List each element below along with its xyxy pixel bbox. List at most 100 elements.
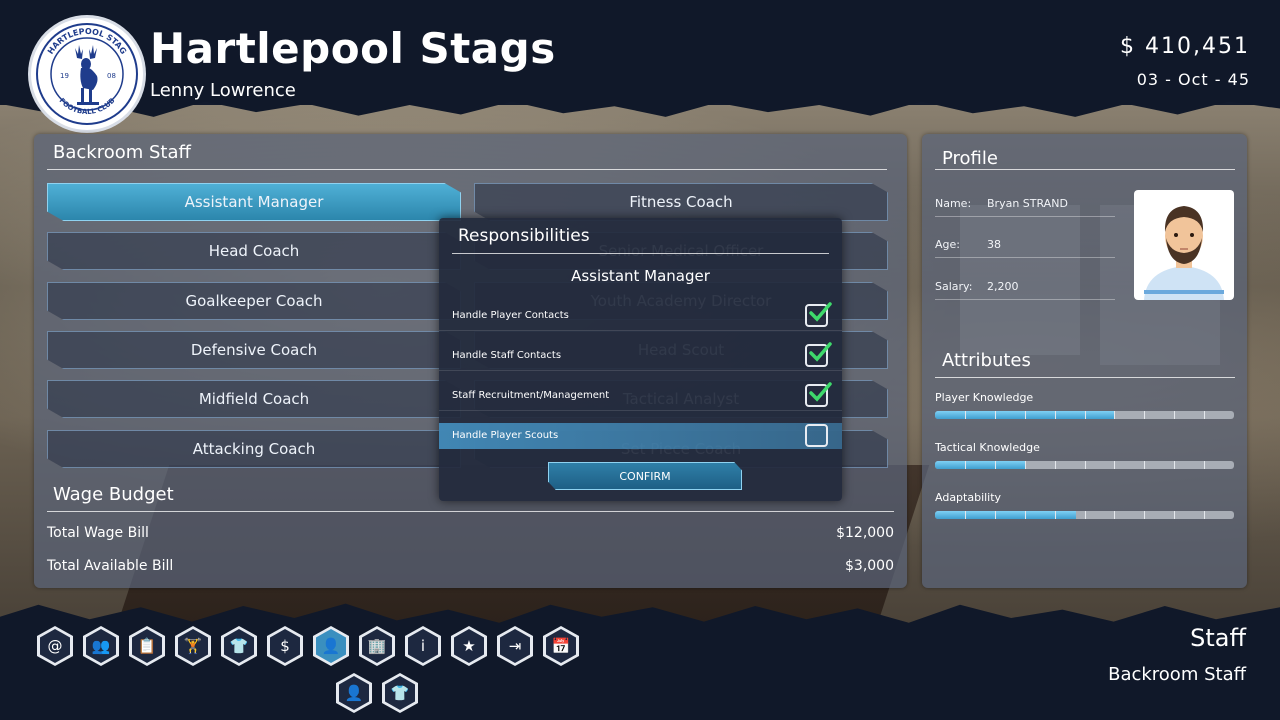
attribute-bar-tick: [1054, 461, 1056, 469]
svg-text:19: 19: [60, 72, 69, 80]
star-icon-glyph: ★: [454, 629, 484, 663]
wage-budget-title: Wage Budget: [53, 484, 174, 505]
attribute-bar-tick: [1114, 511, 1116, 519]
club-name: Hartlepool Stags: [150, 24, 556, 73]
club-crest-logo: HARTLEPOOL STAG FOOTBALL CLUB 19 08: [31, 18, 143, 130]
profile-title: Profile: [942, 148, 998, 169]
manager-name: Lenny Lowrence: [150, 80, 296, 101]
profile-age-value: 38: [987, 238, 1001, 251]
profile-name-value: Bryan STRAND: [987, 197, 1068, 210]
dialog-title: Responsibilities: [458, 226, 590, 246]
total-wage-bill-value: $12,000: [836, 525, 894, 541]
profile-age-label: Age:: [935, 238, 960, 251]
attributes-title: Attributes: [942, 350, 1031, 371]
attribute-bar-tick: [994, 411, 996, 419]
page-subtitle: Backroom Staff: [1108, 664, 1246, 685]
profile-salary-label: Salary:: [935, 280, 973, 293]
attribute-label: Tactical Knowledge: [935, 441, 1040, 454]
responsibility-row[interactable]: Handle Player Scouts: [439, 423, 842, 449]
responsibility-row[interactable]: Staff Recruitment/Management: [439, 382, 842, 409]
tactics-board-icon-glyph: 📋: [132, 629, 162, 663]
calendar-icon-glyph: 📅: [546, 629, 576, 663]
page-title: Staff: [1190, 624, 1246, 652]
divider: [439, 370, 842, 371]
divider: [935, 299, 1115, 300]
responsibilities-dialog: Responsibilities Assistant Manager Handl…: [439, 218, 842, 501]
divider: [439, 330, 842, 331]
role-button-goalkeeper-coach[interactable]: Goalkeeper Coach: [47, 282, 461, 320]
responsibility-row[interactable]: Handle Player Contacts: [439, 302, 842, 329]
attribute-bar-tick: [1024, 511, 1026, 519]
attribute-bar-tick: [1174, 411, 1176, 419]
divider: [47, 511, 894, 512]
divider: [935, 377, 1235, 378]
attribute-bar: [935, 511, 1234, 519]
attribute-bar-tick: [1144, 511, 1146, 519]
dialog-subtitle: Assistant Manager: [571, 267, 710, 285]
attribute-bar-fill: [935, 461, 1025, 469]
responsibility-label: Handle Staff Contacts: [452, 350, 562, 361]
attribute-bar-tick: [1174, 461, 1176, 469]
attribute-bar: [935, 411, 1234, 419]
attribute-bar-tick: [1174, 511, 1176, 519]
staff-badge-icon-glyph: 👤: [316, 629, 346, 663]
role-button-assistant-manager[interactable]: Assistant Manager: [47, 183, 461, 221]
game-date: 03 - Oct - 45: [1136, 70, 1250, 89]
profile-salary-value: 2,200: [987, 280, 1019, 293]
divider: [935, 216, 1115, 217]
profile-name-label: Name:: [935, 197, 972, 210]
attribute-bar-tick: [1084, 461, 1086, 469]
attribute-bar-tick: [1024, 411, 1026, 419]
divider: [47, 169, 887, 170]
svg-text:08: 08: [107, 72, 116, 80]
responsibility-checkbox[interactable]: [805, 302, 832, 327]
responsibility-label: Staff Recruitment/Management: [452, 390, 610, 401]
confirm-button[interactable]: CONFIRM: [548, 462, 742, 490]
role-button-midfield-coach[interactable]: Midfield Coach: [47, 380, 461, 418]
attribute-bar-tick: [964, 461, 966, 469]
checkmark-icon: [809, 302, 832, 322]
staff-profile-icon-glyph: 👤: [339, 676, 369, 710]
responsibility-checkbox[interactable]: [805, 342, 832, 367]
attribute-bar-tick: [1054, 511, 1056, 519]
attribute-label: Player Knowledge: [935, 391, 1034, 404]
responsibility-label: Handle Player Contacts: [452, 310, 569, 321]
responsibility-row[interactable]: Handle Staff Contacts: [439, 342, 842, 369]
divider: [439, 410, 842, 411]
people-icon-glyph: 👥: [86, 629, 116, 663]
team-shirt-icon-glyph: 👕: [385, 676, 415, 710]
backroom-staff-title: Backroom Staff: [53, 142, 191, 163]
role-button-head-coach[interactable]: Head Coach: [47, 232, 461, 270]
attribute-bar-tick: [1054, 411, 1056, 419]
transfer-in-icon-glyph: ⇥: [500, 629, 530, 663]
staff-portrait: [1134, 190, 1234, 300]
money-balance: $ 410,451: [1120, 34, 1250, 59]
attribute-bar-tick: [1204, 511, 1206, 519]
attribute-bar-tick: [1144, 461, 1146, 469]
attribute-label: Adaptability: [935, 491, 1002, 504]
total-available-bill-label: Total Available Bill: [47, 558, 174, 574]
role-button-attacking-coach[interactable]: Attacking Coach: [47, 430, 461, 468]
responsibility-checkbox[interactable]: [805, 424, 828, 447]
training-dumbbell-icon-glyph: 🏋: [178, 629, 208, 663]
responsibility-checkbox[interactable]: [805, 382, 832, 407]
total-wage-bill-label: Total Wage Bill: [47, 525, 149, 541]
attribute-bar-tick: [994, 511, 996, 519]
attribute-bar-tick: [994, 461, 996, 469]
at-icon-glyph: @: [40, 629, 70, 663]
attribute-bar: [935, 461, 1234, 469]
attribute-bar-tick: [1204, 411, 1206, 419]
attribute-bar-tick: [964, 411, 966, 419]
attribute-bar-tick: [1084, 511, 1086, 519]
divider: [935, 257, 1115, 258]
responsibility-label: Handle Player Scouts: [452, 430, 559, 441]
divider: [935, 169, 1235, 170]
checkmark-icon: [809, 342, 832, 362]
divider: [452, 253, 829, 254]
role-button-fitness-coach[interactable]: Fitness Coach: [474, 183, 888, 221]
attribute-bar-tick: [1084, 411, 1086, 419]
info-icon-glyph: i: [408, 629, 438, 663]
finance-dollar-icon-glyph: $: [270, 629, 300, 663]
role-button-defensive-coach[interactable]: Defensive Coach: [47, 331, 461, 369]
attribute-bar-tick: [1114, 411, 1116, 419]
